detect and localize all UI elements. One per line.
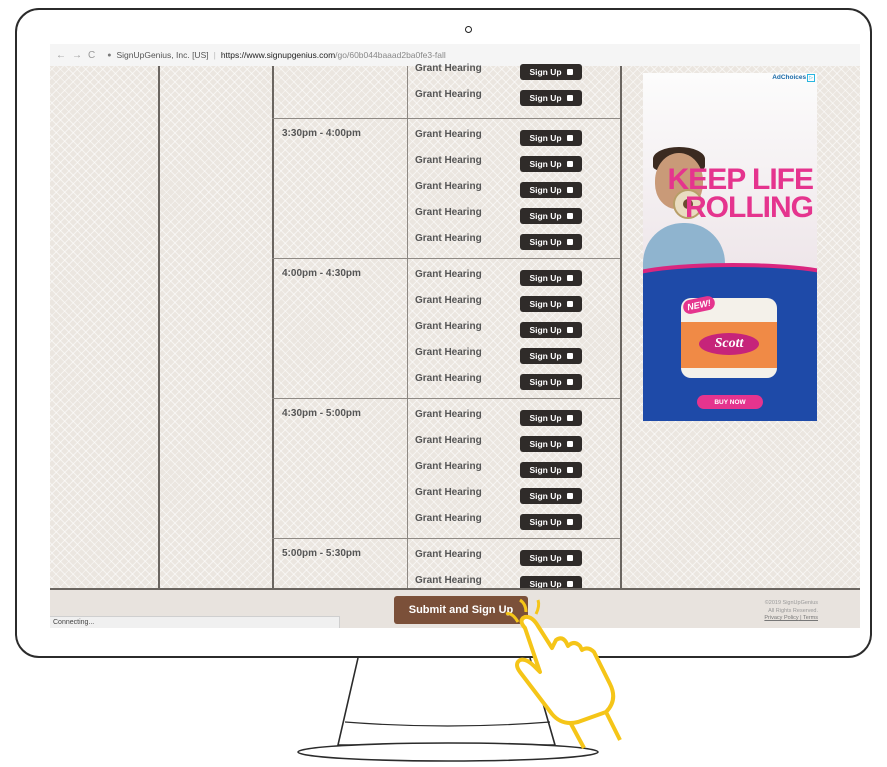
pointing-hand-icon [505, 598, 622, 749]
monitor-base [297, 742, 599, 762]
monitor-stand-illustration [297, 598, 622, 762]
stand-curve [344, 721, 551, 727]
